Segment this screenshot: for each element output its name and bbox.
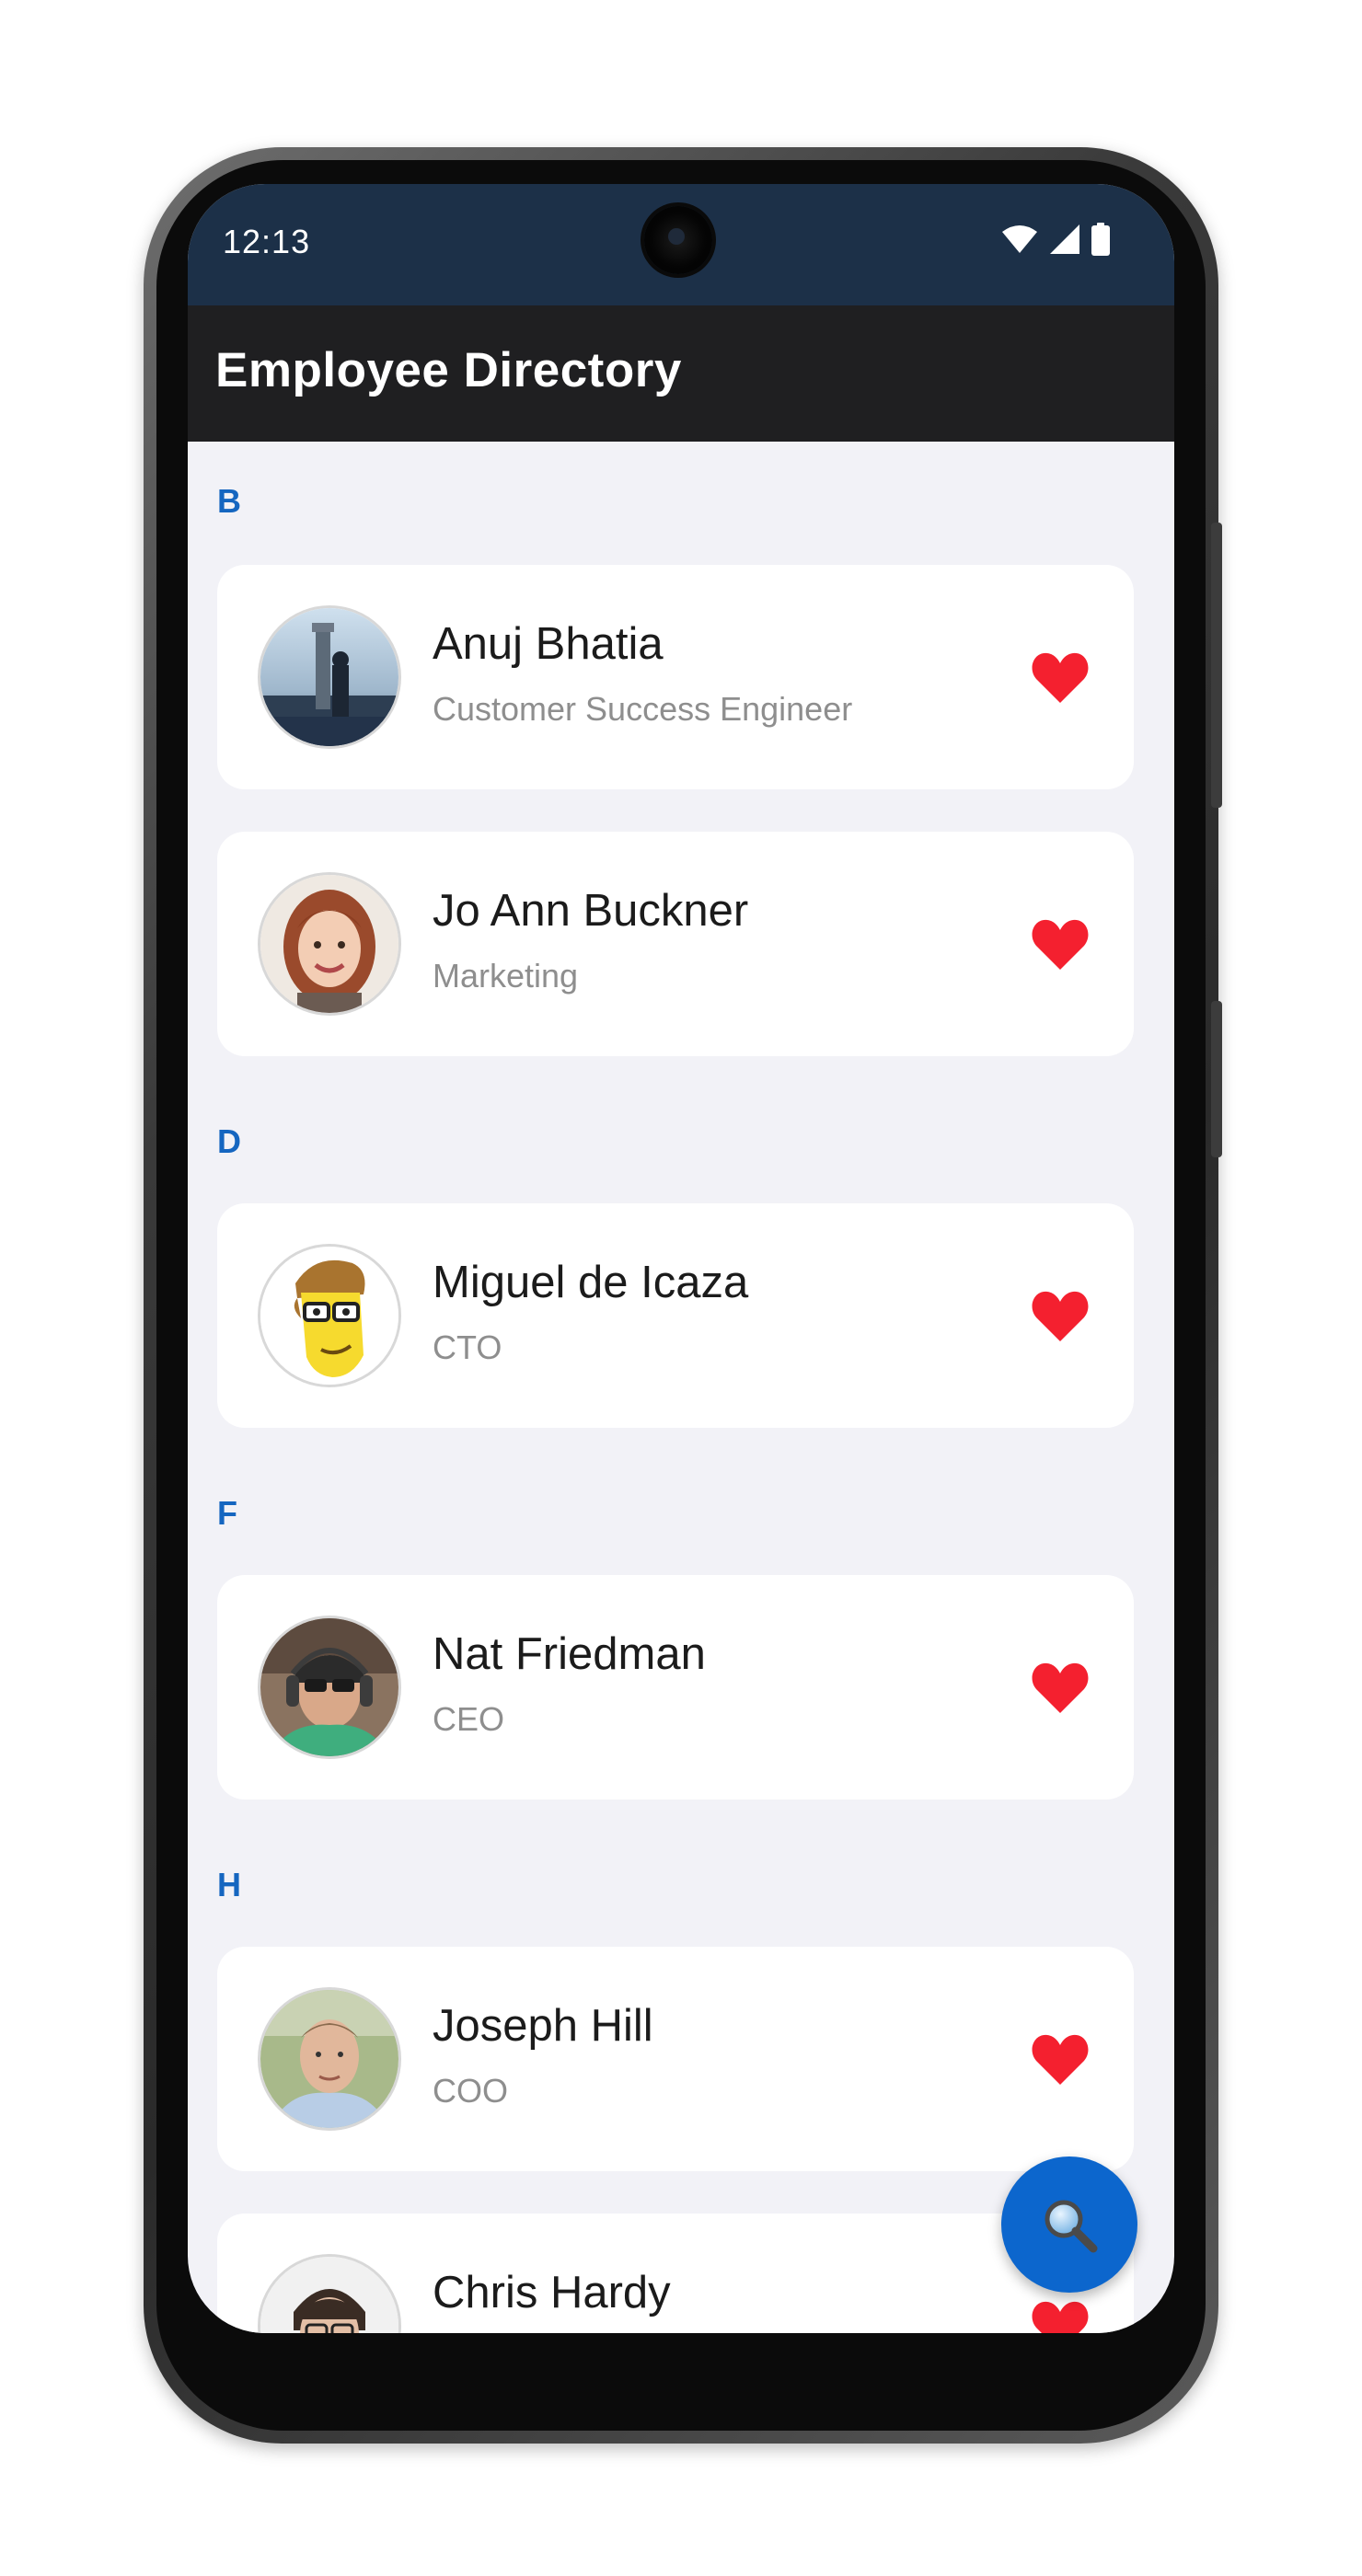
favorite-heart-icon[interactable] xyxy=(1031,1660,1090,1715)
employee-name: Anuj Bhatia xyxy=(433,619,664,669)
battery-icon xyxy=(1091,223,1110,256)
section-header-d: D xyxy=(217,1122,241,1160)
employee-name: Joseph Hill xyxy=(433,2001,653,2051)
employee-role: CTO xyxy=(433,1328,502,1366)
favorite-heart-icon[interactable] xyxy=(1031,916,1090,972)
employee-card-nat-friedman[interactable]: Nat Friedman CEO xyxy=(217,1575,1134,1800)
employee-name: Nat Friedman xyxy=(433,1629,706,1679)
section-header-h: H xyxy=(217,1866,241,1903)
employee-list[interactable]: B Anuj Bhatia Customer Success Engineer … xyxy=(188,442,1174,2333)
favorite-heart-icon[interactable] xyxy=(1031,2298,1090,2333)
signal-icon xyxy=(1050,224,1079,254)
wifi-icon xyxy=(1002,225,1037,253)
employee-role: CEO xyxy=(433,1700,505,1738)
employee-card-chris-hardy[interactable]: Chris Hardy xyxy=(217,2214,1134,2333)
avatar xyxy=(258,1616,401,1759)
avatar xyxy=(258,1987,401,2131)
employee-role: COO xyxy=(433,2072,509,2110)
employee-card-jo-ann-buckner[interactable]: Jo Ann Buckner Marketing xyxy=(217,832,1134,1056)
employee-card-joseph-hill[interactable]: Joseph Hill COO xyxy=(217,1947,1134,2171)
section-header-f: F xyxy=(217,1494,237,1532)
employee-name: Jo Ann Buckner xyxy=(433,886,749,936)
employee-role: Customer Success Engineer xyxy=(433,690,853,728)
status-bar: 12:13 xyxy=(188,184,1174,305)
avatar xyxy=(258,2254,401,2333)
status-icons xyxy=(1001,221,1110,258)
volume-button xyxy=(1211,1001,1222,1157)
avatar xyxy=(258,872,401,1016)
favorite-heart-icon[interactable] xyxy=(1031,2031,1090,2087)
power-button xyxy=(1211,523,1222,808)
employee-name: Chris Hardy xyxy=(433,2268,671,2317)
employee-name: Miguel de Icaza xyxy=(433,1258,749,1307)
section-header-b: B xyxy=(217,482,241,520)
status-time: 12:13 xyxy=(223,223,311,260)
home-indicator[interactable] xyxy=(578,2497,841,2506)
app-bar: Employee Directory xyxy=(188,305,1174,442)
phone-frame: 12:13 Employee Directory B Anuj Bhatia C… xyxy=(144,147,1222,2506)
front-camera xyxy=(644,206,712,274)
search-icon xyxy=(1045,2200,1098,2253)
avatar xyxy=(258,605,401,749)
favorite-heart-icon[interactable] xyxy=(1031,1288,1090,1343)
employee-card-miguel-de-icaza[interactable]: Miguel de Icaza CTO xyxy=(217,1203,1134,1428)
employee-card-anuj-bhatia[interactable]: Anuj Bhatia Customer Success Engineer xyxy=(217,565,1134,789)
favorite-heart-icon[interactable] xyxy=(1031,650,1090,705)
search-button[interactable] xyxy=(1001,2156,1137,2293)
avatar xyxy=(258,1244,401,1387)
app-screen: 12:13 Employee Directory B Anuj Bhatia C… xyxy=(188,184,1174,2333)
page-title: Employee Directory xyxy=(215,343,682,397)
employee-role: Marketing xyxy=(433,957,579,995)
